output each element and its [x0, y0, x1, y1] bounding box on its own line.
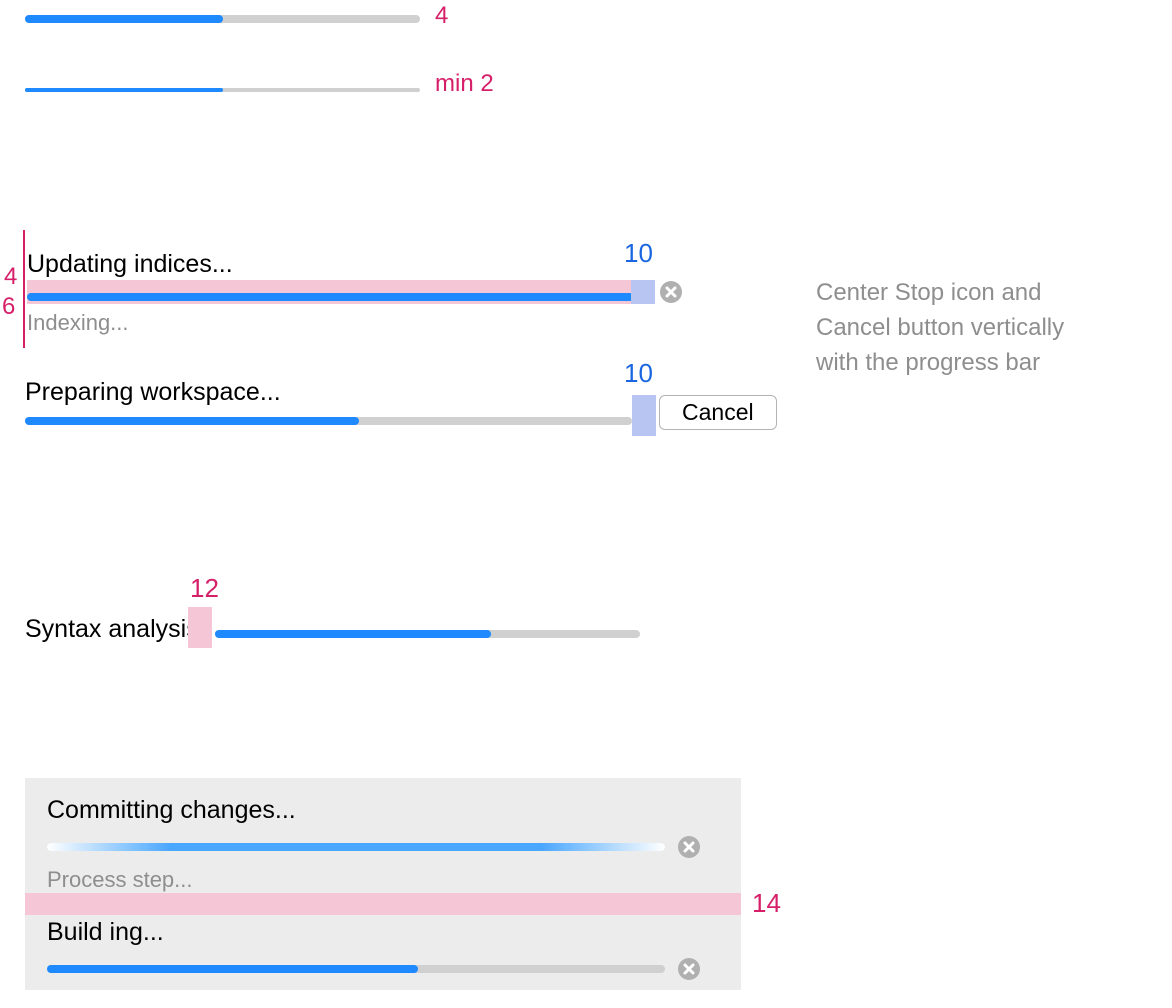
progress-track	[47, 965, 665, 973]
annotation-gap-marker	[188, 607, 212, 648]
annotation-gap-label-to-bar: 12	[190, 573, 219, 604]
progress-track	[27, 293, 634, 301]
stop-icon[interactable]	[677, 957, 701, 981]
list-item: Committing changes... Process step...	[47, 796, 719, 893]
annotation-bar-height-default: 4	[435, 2, 448, 30]
progress-track	[215, 630, 640, 638]
annotation-gap-marker	[631, 280, 655, 304]
stop-icon[interactable]	[659, 280, 683, 304]
annotation-gap-title-to-bar: 4	[4, 263, 17, 291]
process-title: Preparing workspace...	[25, 378, 281, 407]
progress-track	[47, 843, 665, 851]
progress-track	[25, 88, 420, 92]
process-step-comment: Indexing...	[27, 310, 129, 336]
cancel-button[interactable]: Cancel	[659, 395, 777, 430]
annotation-gap-value: 14	[752, 888, 781, 919]
spec-side-comment: Center Stop icon and Cancel button verti…	[816, 276, 1064, 380]
annotation-guide-vertical	[23, 230, 25, 348]
progress-track	[25, 15, 420, 23]
annotation-gap-to-cancel: 10	[624, 358, 653, 389]
process-title: Syntax analysis:	[25, 615, 206, 644]
annotation-bar-height-min: min 2	[435, 70, 494, 98]
process-step-comment: Process step...	[47, 867, 719, 893]
process-title: Committing changes...	[47, 796, 719, 825]
annotation-gap-between-items	[25, 893, 741, 915]
stacked-panel: Committing changes... Process step... Bu…	[25, 778, 741, 990]
stop-icon[interactable]	[677, 835, 701, 859]
process-title: Updating indices...	[27, 250, 233, 279]
annotation-gap-to-stop: 10	[624, 238, 653, 269]
process-title: Build ing...	[47, 918, 719, 947]
progress-track	[25, 417, 632, 425]
annotation-gap-bar-to-comment: 6	[2, 293, 15, 321]
list-item: Build ing...	[47, 918, 719, 981]
annotation-gap-marker	[632, 395, 656, 436]
